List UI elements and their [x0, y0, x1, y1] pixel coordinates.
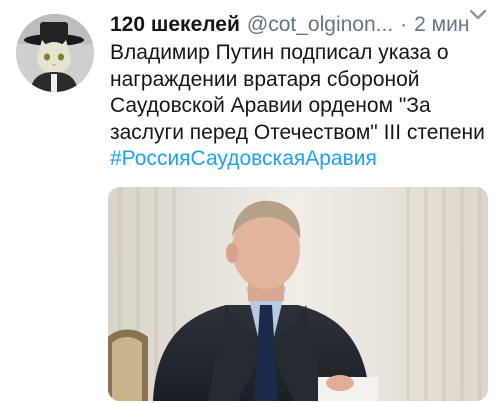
- avatar-cat-icon: [16, 14, 94, 92]
- tweet-text-line: Саудовской Аравии орденом "За: [110, 94, 431, 117]
- tweet-text-line: заслуги перед Отечеством" III степени: [110, 120, 485, 144]
- tweet-text-line: Владимир Путин подписал указа о: [110, 41, 449, 64]
- user-handle[interactable]: @cot_olginon...: [247, 10, 393, 40]
- hashtag-link[interactable]: #РоссияСаудовскаяАравия: [110, 146, 490, 173]
- display-name[interactable]: 120 шекелей: [110, 10, 240, 40]
- tweet-text: Владимир Путин подписал указа о награжде…: [110, 40, 490, 173]
- separator-dot: ·: [400, 13, 408, 36]
- tweet-text-line: награждении вратаря сбороной: [110, 67, 420, 91]
- timestamp[interactable]: 2 мин: [414, 10, 469, 40]
- photo-image: [108, 187, 488, 401]
- chevron-down-icon[interactable]: [468, 8, 488, 22]
- avatar[interactable]: [16, 14, 94, 92]
- tweet-card[interactable]: 120 шекелей @cot_olginon... · 2 мин Влад…: [0, 0, 500, 403]
- tweet-photo[interactable]: [108, 187, 488, 401]
- tweet-header: 120 шекелей @cot_olginon... · 2 мин: [110, 10, 490, 40]
